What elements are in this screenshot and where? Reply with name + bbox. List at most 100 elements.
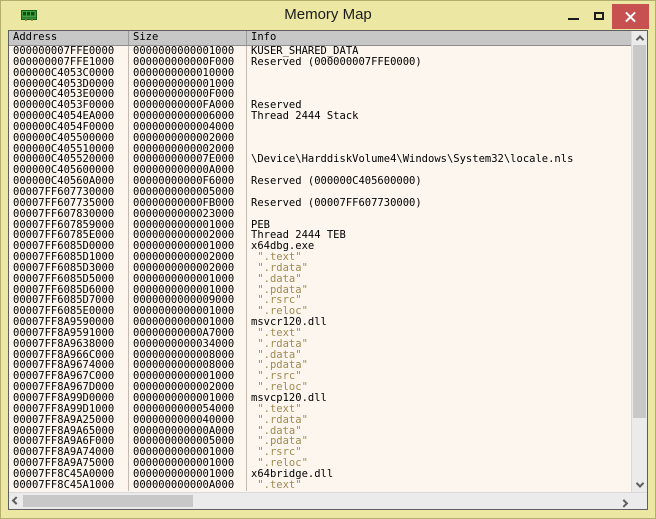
minimize-button[interactable] bbox=[560, 3, 586, 29]
table-row[interactable]: 000000C4054EA000 0000000000006000 Thread… bbox=[9, 111, 631, 122]
cell-address: 00007FF8A9A6F000 bbox=[9, 436, 129, 447]
table-row[interactable]: 00007FF8A9638000 0000000000034000 ".rdat… bbox=[9, 339, 631, 350]
cell-info: PEB bbox=[247, 220, 631, 231]
cell-address: 00007FF8C45A0000 bbox=[9, 469, 129, 480]
table-row[interactable]: 00007FF8A9A65000 000000000000A000 ".data… bbox=[9, 426, 631, 437]
table-row[interactable]: 00007FF607859000 0000000000001000 PEB bbox=[9, 220, 631, 231]
table-row[interactable]: 00007FF8C45A1000 000000000000A000 ".text… bbox=[9, 480, 631, 491]
cell-size: 0000000000002000 bbox=[129, 382, 247, 393]
cell-info: Reserved (000000007FFE0000) bbox=[247, 57, 631, 68]
table-row[interactable]: 00007FF607730000 0000000000005000 bbox=[9, 187, 631, 198]
cell-size: 0000000000001000 bbox=[129, 458, 247, 469]
table-row[interactable]: 00007FF607830000 0000000000023000 bbox=[9, 209, 631, 220]
table-row[interactable]: 000000C40560A000 00000000000F6000 Reserv… bbox=[9, 176, 631, 187]
table-row[interactable]: 00007FF60785E000 0000000000002000 Thread… bbox=[9, 230, 631, 241]
cell-size: 00000000000A7000 bbox=[129, 328, 247, 339]
vertical-scrollbar[interactable] bbox=[631, 31, 647, 492]
table-row[interactable]: 000000C405510000 0000000000002000 bbox=[9, 144, 631, 155]
table-row[interactable]: 000000C405500000 0000000000002000 bbox=[9, 133, 631, 144]
cell-size: 00000000000FA000 bbox=[129, 100, 247, 111]
cell-info: KUSER_SHARED_DATA bbox=[247, 46, 631, 57]
cell-address: 00007FF8A9590000 bbox=[9, 317, 129, 328]
table-row[interactable]: 00007FF8A9590000 0000000000001000 msvcr1… bbox=[9, 317, 631, 328]
horizontal-scrollbar-thumb[interactable] bbox=[23, 495, 193, 507]
column-header-size[interactable]: Size bbox=[129, 31, 247, 45]
table-row[interactable]: 000000007FFE1000 000000000000F000 Reserv… bbox=[9, 57, 631, 68]
table-row[interactable]: 000000C4053C0000 0000000000010000 bbox=[9, 68, 631, 79]
table-row[interactable]: 00007FF8A9A75000 0000000000001000 ".relo… bbox=[9, 458, 631, 469]
cell-info: Reserved bbox=[247, 100, 631, 111]
table-row[interactable]: 00007FF8A9674000 0000000000008000 ".pdat… bbox=[9, 360, 631, 371]
cell-size: 0000000000040000 bbox=[129, 415, 247, 426]
cell-size: 000000000000A000 bbox=[129, 165, 247, 176]
cell-info: Reserved (000000C405600000) bbox=[247, 176, 631, 187]
table-row[interactable]: 00007FF6085D7000 0000000000009000 ".rsrc… bbox=[9, 295, 631, 306]
table-row[interactable]: 00007FF8A99D1000 0000000000054000 ".text… bbox=[9, 404, 631, 415]
scroll-right-button[interactable] bbox=[617, 494, 631, 509]
cell-size: 0000000000001000 bbox=[129, 274, 247, 285]
cell-address: 000000C405500000 bbox=[9, 133, 129, 144]
vertical-scrollbar-thumb[interactable] bbox=[633, 45, 646, 418]
scroll-down-button[interactable] bbox=[632, 478, 647, 492]
cell-address: 00007FF6085D3000 bbox=[9, 263, 129, 274]
cell-address: 000000C405600000 bbox=[9, 165, 129, 176]
maximize-button[interactable] bbox=[586, 3, 612, 29]
cell-address: 00007FF6085D5000 bbox=[9, 274, 129, 285]
cell-address: 00007FF6085E0000 bbox=[9, 306, 129, 317]
table-row[interactable]: 00007FF8A9A6F000 0000000000005000 ".pdat… bbox=[9, 436, 631, 447]
table-row[interactable]: 00007FF8A9A25000 0000000000040000 ".rdat… bbox=[9, 415, 631, 426]
table-row[interactable]: 00007FF6085D5000 0000000000001000 ".data… bbox=[9, 274, 631, 285]
table-row[interactable]: 00007FF8A966C000 0000000000008000 ".data… bbox=[9, 350, 631, 361]
column-header-info[interactable]: Info bbox=[247, 31, 631, 45]
cell-size: 0000000000001000 bbox=[129, 79, 247, 90]
cell-info: x64bridge.dll bbox=[247, 469, 631, 480]
table-row[interactable]: 00007FF8A99D0000 0000000000001000 msvcp1… bbox=[9, 393, 631, 404]
cell-address: 00007FF6085D6000 bbox=[9, 285, 129, 296]
cell-size: 0000000000002000 bbox=[129, 252, 247, 263]
cell-address: 00007FF6085D7000 bbox=[9, 295, 129, 306]
table-row[interactable]: 00007FF6085D6000 0000000000001000 ".pdat… bbox=[9, 285, 631, 296]
table-row[interactable]: 000000C4053F0000 00000000000FA000 Reserv… bbox=[9, 100, 631, 111]
cell-size: 0000000000001000 bbox=[129, 241, 247, 252]
cell-address: 00007FF6085D0000 bbox=[9, 241, 129, 252]
table-row[interactable]: 00007FF6085D1000 0000000000002000 ".text… bbox=[9, 252, 631, 263]
horizontal-scrollbar[interactable] bbox=[9, 492, 647, 509]
cell-size: 0000000000006000 bbox=[129, 111, 247, 122]
cell-address: 00007FF8A967D000 bbox=[9, 382, 129, 393]
close-button[interactable] bbox=[612, 4, 649, 29]
table-row[interactable]: 00007FF8C45A0000 0000000000001000 x64bri… bbox=[9, 469, 631, 480]
cell-info: ".pdata" bbox=[247, 360, 631, 371]
table-row[interactable]: 00007FF8A9591000 00000000000A7000 ".text… bbox=[9, 328, 631, 339]
table-row[interactable]: 00007FF607735000 00000000000FB000 Reserv… bbox=[9, 198, 631, 209]
memory-map-table: Address Size Info 000000007FFE0000 00000… bbox=[8, 30, 648, 510]
table-row[interactable]: 00007FF8A9A74000 0000000000001000 ".rsrc… bbox=[9, 447, 631, 458]
table-row[interactable]: 000000C4053D0000 0000000000001000 bbox=[9, 79, 631, 90]
cell-info: ".reloc" bbox=[247, 382, 631, 393]
table-row[interactable]: 00007FF8A967D000 0000000000002000 ".relo… bbox=[9, 382, 631, 393]
close-icon bbox=[624, 10, 637, 23]
window-titlebar[interactable]: Memory Map bbox=[1, 1, 655, 30]
table-row[interactable]: 000000007FFE0000 0000000000001000 KUSER_… bbox=[9, 46, 631, 57]
cell-size: 0000000000002000 bbox=[129, 263, 247, 274]
cell-info: x64dbg.exe bbox=[247, 241, 631, 252]
scroll-left-button[interactable] bbox=[9, 494, 23, 509]
table-row[interactable]: 00007FF6085D3000 0000000000002000 ".rdat… bbox=[9, 263, 631, 274]
table-row[interactable]: 000000C405600000 000000000000A000 bbox=[9, 165, 631, 176]
scroll-up-button[interactable] bbox=[632, 31, 647, 45]
table-row[interactable]: 00007FF6085D0000 0000000000001000 x64dbg… bbox=[9, 241, 631, 252]
cell-address: 000000C405520000 bbox=[9, 154, 129, 165]
table-row[interactable]: 000000C4054F0000 0000000000004000 bbox=[9, 122, 631, 133]
table-row[interactable]: 00007FF6085E0000 0000000000001000 ".relo… bbox=[9, 306, 631, 317]
cell-address: 00007FF8A966C000 bbox=[9, 350, 129, 361]
cell-info bbox=[247, 187, 631, 198]
column-header-address[interactable]: Address bbox=[9, 31, 129, 45]
cell-address: 00007FF8A9638000 bbox=[9, 339, 129, 350]
table-row[interactable]: 000000C405520000 000000000007E000 \Devic… bbox=[9, 154, 631, 165]
cell-size: 0000000000034000 bbox=[129, 339, 247, 350]
cell-info: ".pdata" bbox=[247, 436, 631, 447]
cell-info bbox=[247, 79, 631, 90]
cell-address: 000000C405510000 bbox=[9, 144, 129, 155]
table-row[interactable]: 00007FF8A967C000 0000000000001000 ".rsrc… bbox=[9, 371, 631, 382]
cell-info: Thread 2444 Stack bbox=[247, 111, 631, 122]
table-row[interactable]: 000000C4053E0000 000000000000F000 bbox=[9, 89, 631, 100]
